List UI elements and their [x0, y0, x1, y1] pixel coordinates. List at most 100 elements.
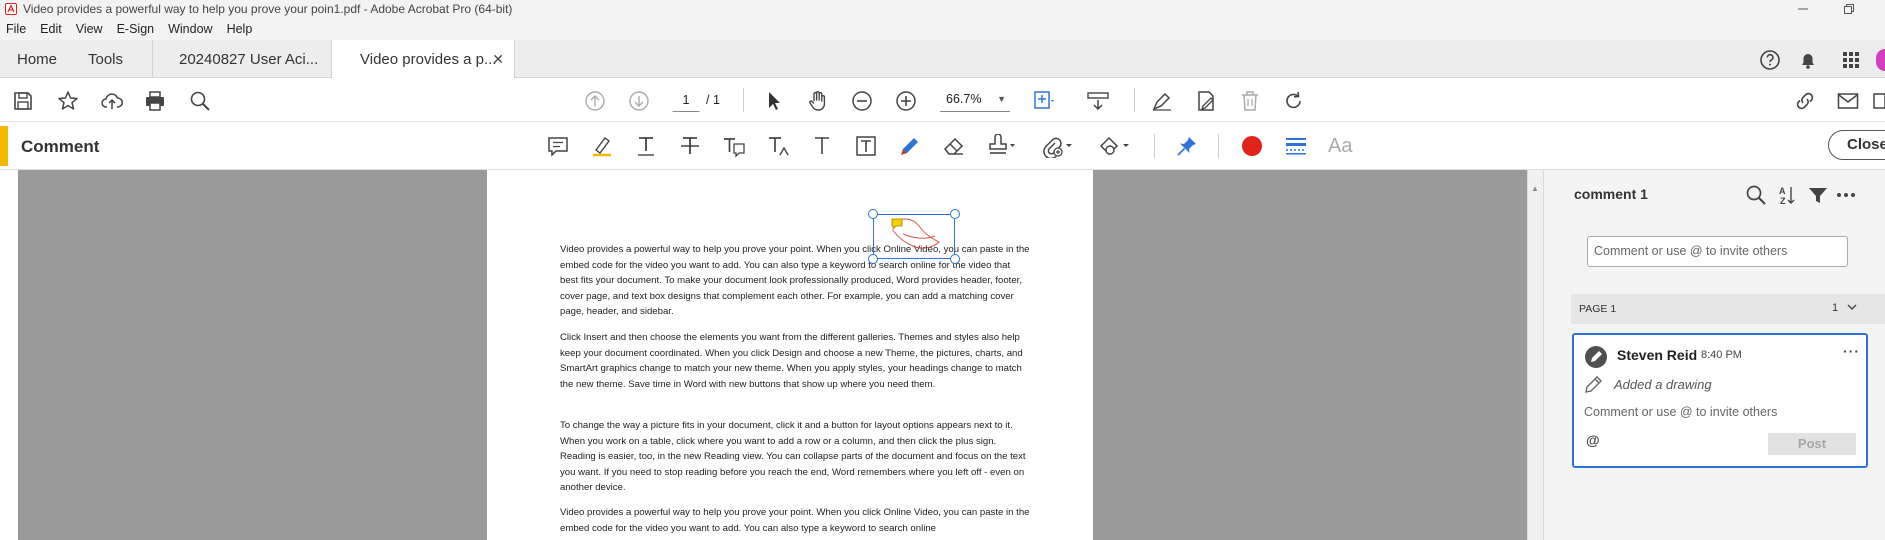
avatar[interactable] [1876, 49, 1885, 71]
replace-text-icon[interactable] [722, 134, 746, 158]
underline-text-icon[interactable] [634, 134, 658, 158]
comment-author: Steven Reid [1617, 347, 1698, 363]
eraser-icon[interactable] [942, 134, 966, 158]
hand-pan-icon[interactable] [806, 89, 830, 113]
tab-document-1-label: 20240827 User Aci... [179, 50, 319, 68]
page-number-input[interactable]: 1 [672, 88, 700, 112]
menu-edit[interactable]: Edit [40, 22, 62, 36]
sign-pen-icon[interactable] [1150, 89, 1174, 113]
title-bar: Video provides a powerful way to help yo… [0, 0, 1885, 18]
reply-input[interactable]: Comment or use @ to invite others [1584, 405, 1777, 419]
previous-page-icon[interactable] [583, 89, 607, 113]
close-tab-icon[interactable]: ✕ [492, 51, 504, 68]
shapes-icon[interactable] [1097, 134, 1131, 158]
zoom-level-select[interactable]: 66.7% ▼ [940, 88, 1010, 112]
zoom-level-value: 66.7% [946, 92, 982, 106]
add-text-icon[interactable] [810, 134, 834, 158]
menu-view[interactable]: View [76, 22, 103, 36]
toolbar-divider [743, 88, 744, 112]
attach-file-icon[interactable] [1040, 134, 1074, 158]
tab-document-2[interactable]: Video provides a p... ✕ [332, 40, 515, 78]
next-page-icon[interactable] [627, 89, 651, 113]
svg-text:A: A [1779, 186, 1786, 196]
scroll-up-icon[interactable]: ▲ [1531, 184, 1539, 193]
page-group-header[interactable]: PAGE 1 1 [1571, 294, 1885, 324]
comment-card[interactable]: Steven Reid 8:40 PM ··· Added a drawing … [1572, 333, 1868, 468]
menu-file[interactable]: File [6, 22, 26, 36]
scroll-mode-icon[interactable] [1086, 89, 1110, 113]
zoom-out-icon[interactable] [850, 89, 874, 113]
edit-pdf-icon[interactable] [1194, 89, 1218, 113]
tab-document-1[interactable]: 20240827 User Aci... [152, 40, 332, 78]
sticky-note-icon[interactable] [546, 134, 570, 158]
minimize-button[interactable] [1788, 0, 1818, 18]
menu-esign[interactable]: E-Sign [117, 22, 155, 36]
menu-help[interactable]: Help [227, 22, 253, 36]
line-thickness-icon[interactable] [1284, 134, 1308, 158]
notifications-bell-icon[interactable] [1797, 49, 1819, 71]
post-button[interactable]: Post [1768, 433, 1856, 455]
share-link-icon[interactable] [1793, 89, 1817, 113]
pdf-page[interactable]: Video provides a powerful way to help yo… [487, 170, 1093, 540]
filter-icon[interactable] [1807, 184, 1829, 206]
sort-az-icon[interactable]: A Z [1776, 184, 1798, 206]
fit-page-icon[interactable] [1032, 89, 1056, 113]
select-cursor-icon[interactable] [762, 89, 786, 113]
delete-trash-icon[interactable] [1238, 89, 1262, 113]
comment-more-options-icon[interactable]: ··· [1843, 343, 1860, 359]
resize-handle[interactable] [950, 254, 960, 264]
mention-at-icon[interactable]: @ [1586, 432, 1600, 448]
strikethrough-icon[interactable] [678, 134, 702, 158]
drawing-pencil-icon [1585, 376, 1602, 393]
more-tools-icon[interactable] [1872, 89, 1885, 113]
page-comment-count: 1 [1832, 302, 1839, 314]
resize-handle[interactable] [868, 209, 878, 219]
restore-icon [1844, 4, 1854, 14]
print-icon[interactable] [143, 89, 167, 113]
insert-text-icon[interactable] [766, 134, 790, 158]
resize-handle[interactable] [868, 254, 878, 264]
more-options-icon[interactable] [1835, 184, 1857, 206]
zoom-in-icon[interactable] [894, 89, 918, 113]
zoom-search-icon[interactable] [188, 89, 212, 113]
pin-icon[interactable] [1175, 134, 1199, 158]
star-bookmark-icon[interactable] [56, 89, 80, 113]
close-comment-button[interactable]: Close [1828, 130, 1885, 160]
avatar [1585, 346, 1607, 368]
search-icon[interactable] [1745, 184, 1767, 206]
stamp-icon[interactable] [986, 134, 1016, 158]
resize-handle[interactable] [950, 209, 960, 219]
document-paragraph: Video provides a powerful way to help yo… [560, 507, 1030, 534]
chevron-down-icon: ▼ [997, 94, 1006, 104]
tab-home[interactable]: Home [17, 40, 57, 78]
help-icon[interactable] [1759, 49, 1781, 71]
text-box-icon[interactable] [854, 134, 878, 158]
comment-input[interactable]: Comment or use @ to invite others [1587, 236, 1848, 267]
highlight-icon[interactable] [590, 134, 614, 158]
menu-window[interactable]: Window [168, 22, 212, 36]
comment-accent-bar [0, 126, 8, 166]
apps-grid-icon[interactable] [1840, 49, 1862, 71]
drawing-strokes [892, 218, 940, 249]
email-icon[interactable] [1836, 89, 1860, 113]
comment-toolbar: Comment Aa Close [0, 122, 1885, 170]
pencil-icon [1591, 351, 1602, 362]
cloud-upload-icon[interactable] [100, 89, 124, 113]
text-properties-icon[interactable]: Aa [1328, 134, 1358, 158]
drawing-annotation[interactable] [868, 209, 960, 264]
tab-document-2-label: Video provides a p... [360, 50, 497, 68]
comment-toolbar-title: Comment [21, 137, 100, 156]
vertical-scrollbar[interactable]: ▲ [1527, 170, 1543, 540]
color-picker-icon[interactable] [1240, 134, 1264, 158]
draw-pencil-icon[interactable] [898, 134, 922, 158]
window-title: Video provides a powerful way to help yo… [23, 2, 513, 16]
toolbar-divider [1134, 88, 1135, 112]
document-canvas: Video provides a powerful way to help yo… [18, 170, 1527, 540]
restore-button[interactable] [1834, 0, 1864, 18]
tab-tools[interactable]: Tools [88, 40, 123, 78]
rotate-icon[interactable] [1282, 89, 1306, 113]
comment-marker-icon[interactable] [891, 218, 903, 230]
comment-action-text: Added a drawing [1614, 377, 1712, 392]
save-icon[interactable] [11, 89, 35, 113]
page-group-label: PAGE 1 [1579, 303, 1617, 315]
